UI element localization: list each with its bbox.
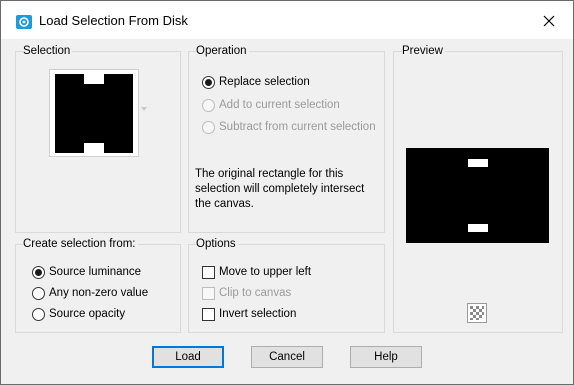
operation-description: The original rectangle for this selectio… xyxy=(195,168,365,210)
app-icon xyxy=(16,15,32,29)
radio-indicator[interactable] xyxy=(202,98,215,112)
checkbox-indicator[interactable] xyxy=(202,265,215,279)
any-non-zero-label: Any non-zero value xyxy=(49,287,149,299)
cancel-button[interactable]: Cancel xyxy=(251,346,323,368)
invert-selection-checkbox[interactable]: Invert selection xyxy=(202,305,296,323)
selection-group-label: Selection xyxy=(23,45,73,57)
source-opacity-label: Source opacity xyxy=(49,308,126,320)
replace-selection-radio[interactable]: Replace selection xyxy=(202,73,310,91)
radio-indicator[interactable] xyxy=(32,286,45,300)
add-to-selection-label: Add to current selection xyxy=(219,99,340,111)
move-upper-left-checkbox[interactable]: Move to upper left xyxy=(202,263,311,281)
selection-thumbnail[interactable] xyxy=(49,69,139,157)
radio-indicator[interactable] xyxy=(202,120,215,134)
preview-notch-top xyxy=(468,159,488,167)
radio-indicator[interactable] xyxy=(202,75,215,89)
thumbnail-mask xyxy=(55,74,133,153)
add-to-selection-radio[interactable]: Add to current selection xyxy=(202,96,340,114)
create-from-group-label: Create selection from: xyxy=(23,238,138,250)
source-luminance-label: Source luminance xyxy=(49,266,142,278)
window-title: Load Selection From Disk xyxy=(39,13,188,28)
subtract-selection-label: Subtract from current selection xyxy=(219,121,376,133)
radio-indicator[interactable] xyxy=(32,265,45,279)
thumbnail-notch-bottom xyxy=(84,143,104,153)
transparency-checker-icon[interactable] xyxy=(467,303,487,323)
move-upper-left-label: Move to upper left xyxy=(219,266,312,278)
options-group-label: Options xyxy=(196,238,238,250)
thumbnail-notch-top xyxy=(84,74,104,84)
preview-group-label: Preview xyxy=(402,45,445,57)
thumbnail-dropdown-icon[interactable] xyxy=(141,107,147,111)
clip-to-canvas-checkbox[interactable]: Clip to canvas xyxy=(202,284,291,302)
clip-to-canvas-label: Clip to canvas xyxy=(219,287,292,299)
any-non-zero-radio[interactable]: Any non-zero value xyxy=(32,284,148,302)
operation-group-label: Operation xyxy=(196,45,249,57)
preview-image xyxy=(406,148,549,243)
invert-selection-label: Invert selection xyxy=(219,308,297,320)
help-button[interactable]: Help xyxy=(350,346,422,368)
radio-indicator[interactable] xyxy=(32,307,45,321)
checkbox-indicator[interactable] xyxy=(202,286,215,300)
subtract-selection-radio[interactable]: Subtract from current selection xyxy=(202,118,376,136)
source-luminance-radio[interactable]: Source luminance xyxy=(32,263,141,281)
source-opacity-radio[interactable]: Source opacity xyxy=(32,305,125,323)
close-icon xyxy=(543,15,555,27)
dialog-window: Load Selection From Disk Selection Opera… xyxy=(0,0,574,385)
load-button[interactable]: Load xyxy=(152,346,224,368)
close-button[interactable] xyxy=(533,7,565,35)
preview-notch-bottom xyxy=(468,224,488,232)
replace-selection-label: Replace selection xyxy=(219,76,310,88)
checkbox-indicator[interactable] xyxy=(202,307,215,321)
title-bar: Load Selection From Disk xyxy=(1,1,573,39)
